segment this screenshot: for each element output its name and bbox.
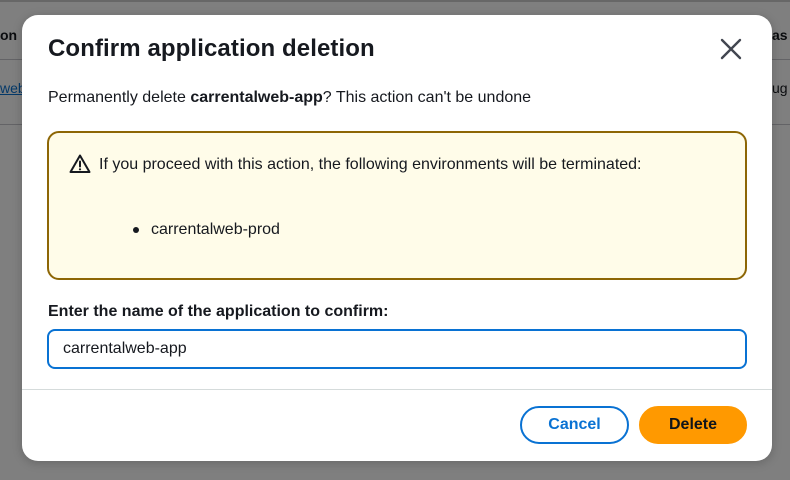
close-button[interactable] bbox=[716, 35, 746, 65]
cancel-button[interactable]: Cancel bbox=[520, 406, 629, 444]
description-suffix: ? This action can't be undone bbox=[322, 89, 532, 106]
application-name: carrentalweb-app bbox=[190, 89, 323, 106]
warning-alert: If you proceed with this action, the fol… bbox=[47, 131, 747, 280]
dialog-header: Confirm application deletion bbox=[48, 35, 746, 69]
environment-item: carrentalweb-prod bbox=[133, 218, 280, 242]
close-icon bbox=[720, 38, 742, 59]
delete-button[interactable]: Delete bbox=[639, 406, 747, 444]
confirm-field-label: Enter the name of the application to con… bbox=[48, 303, 389, 320]
dialog-title: Confirm application deletion bbox=[48, 35, 375, 62]
environment-list: carrentalweb-prod bbox=[133, 218, 280, 242]
confirm-deletion-dialog: Confirm application deletion Permanently… bbox=[22, 15, 772, 461]
description-prefix: Permanently delete bbox=[48, 89, 191, 106]
warning-icon bbox=[69, 154, 91, 173]
warning-message: If you proceed with this action, the fol… bbox=[99, 156, 642, 173]
confirm-name-input[interactable] bbox=[47, 329, 747, 369]
dialog-description: Permanently delete carrentalweb-app? Thi… bbox=[48, 89, 531, 107]
footer-divider bbox=[22, 389, 772, 390]
